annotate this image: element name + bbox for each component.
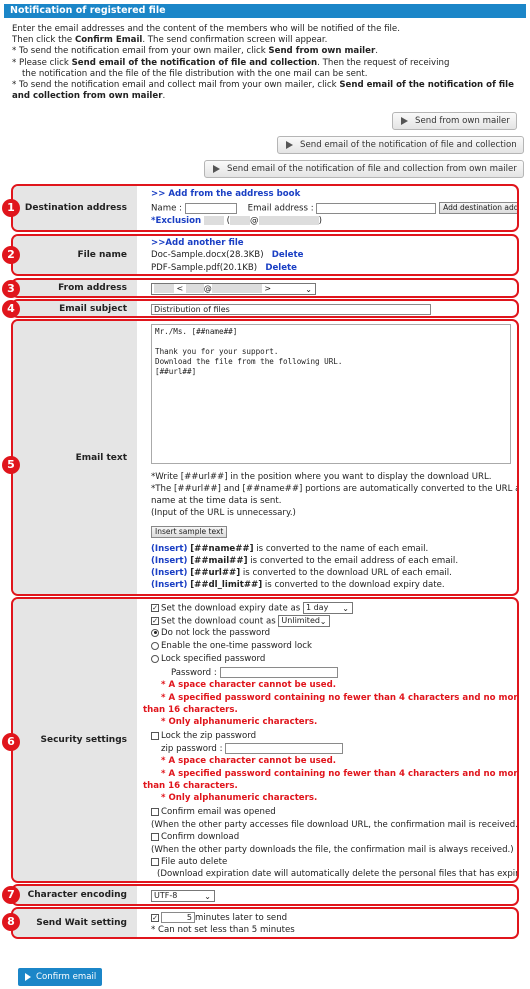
send-from-own-mailer-button[interactable]: Send from own mailer	[392, 112, 517, 130]
exclusion-label: *Exclusion	[151, 216, 202, 226]
play-icon	[25, 973, 31, 981]
play-icon	[213, 165, 220, 173]
auto-delete-checkbox[interactable]	[151, 857, 159, 866]
zip-lock-checkbox[interactable]	[151, 731, 159, 740]
intro-line: and collection from own mailer.	[12, 91, 166, 102]
send-notification-collection-button[interactable]: Send email of the notification of file a…	[277, 136, 524, 154]
email-text-label: Email text	[13, 321, 137, 594]
confirm-open-checkbox[interactable]	[151, 807, 159, 816]
insert-mail-link[interactable]: (Insert)	[151, 556, 187, 566]
confirm-email-button[interactable]: Confirm email	[18, 968, 102, 986]
step-number-7: 7	[2, 886, 20, 904]
add-from-address-book-link[interactable]: >> Add from the address book	[151, 189, 300, 201]
step-number-1: 1	[2, 199, 20, 217]
intro-line: * To send the notification email and col…	[12, 80, 514, 91]
email-input[interactable]	[316, 202, 437, 214]
destination-section: Destination address >> Add from the addr…	[11, 184, 519, 232]
email-label: Email address :	[247, 203, 314, 214]
delete-file-link[interactable]: Delete	[272, 250, 304, 260]
encoding-select[interactable]: UTF-8 ⌄	[151, 890, 215, 902]
wait-checkbox[interactable]: ✓	[151, 913, 159, 922]
security-label: Security settings	[13, 599, 137, 881]
send-notification-collection-own-mailer-button[interactable]: Send email of the notification of file a…	[204, 160, 524, 178]
subject-input[interactable]: Distribution of files	[151, 304, 431, 315]
add-destination-button[interactable]: Add destination address	[439, 202, 517, 214]
confirm-download-checkbox[interactable]	[151, 832, 159, 841]
insert-sample-text-button[interactable]: Insert sample text	[151, 526, 228, 538]
chevron-down-icon: ⌄	[305, 285, 312, 294]
no-lock-radio[interactable]	[151, 628, 159, 637]
page-title: Notification of registered file	[4, 4, 526, 18]
insert-dl-limit-link[interactable]: (Insert)	[151, 580, 187, 590]
instructions: Enter the email addresses and the conten…	[12, 24, 520, 102]
lock-specified-radio[interactable]	[151, 654, 159, 663]
name-label: Name :	[151, 203, 182, 214]
intro-line: Then click the Confirm Email. The send c…	[12, 35, 328, 46]
file-label: File name	[13, 236, 137, 274]
play-icon	[401, 117, 408, 125]
step-number-5: 5	[2, 456, 20, 474]
intro-line: the notification and the file of the fil…	[22, 68, 368, 79]
list-item: PDF-Sample.pdf(20.1KB) Delete	[151, 263, 297, 273]
add-another-file-link[interactable]: >>Add another file	[151, 238, 244, 250]
redacted-name	[203, 216, 224, 225]
wait-label: Send Wait setting	[13, 909, 137, 937]
list-item: Doc-Sample.docx(28.3KB) Delete	[151, 250, 304, 260]
name-input[interactable]	[184, 202, 237, 214]
step-number-3: 3	[2, 280, 20, 298]
from-label: From address	[13, 280, 137, 296]
redacted-text	[258, 216, 319, 225]
count-checkbox[interactable]: ✓	[151, 617, 159, 625]
subject-label: Email subject	[13, 301, 137, 316]
encoding-section: Character encoding UTF-8 ⌄	[11, 884, 519, 906]
intro-line: * To send the notification email from yo…	[12, 46, 378, 57]
delete-file-link[interactable]: Delete	[265, 263, 297, 273]
file-section: File name >>Add another file Doc-Sample.…	[11, 234, 519, 276]
wait-section: Send Wait setting ✓ 5 minutes later to sen…	[11, 907, 519, 939]
from-address-select[interactable]: < @ > ⌄	[151, 283, 316, 295]
expiry-checkbox[interactable]: ✓	[151, 604, 159, 612]
email-text-section: Email text Mr./Ms. [##name##] Thank you …	[11, 319, 519, 596]
one-time-radio[interactable]	[151, 641, 159, 650]
count-select[interactable]: Unlimited ⌄	[278, 615, 331, 627]
step-number-6: 6	[2, 733, 20, 751]
step-number-4: 4	[2, 300, 20, 318]
expiry-select[interactable]: 1 day ⌄	[302, 602, 353, 614]
wait-minutes-input[interactable]: 5	[161, 912, 195, 923]
email-body-textarea[interactable]: Mr./Ms. [##name##] Thank you for your su…	[151, 324, 511, 464]
intro-line: * Please click Send email of the notific…	[12, 57, 450, 68]
redacted-text	[229, 216, 250, 225]
encoding-label: Character encoding	[13, 886, 137, 904]
step-number-2: 2	[2, 246, 20, 264]
destination-label: Destination address	[13, 186, 137, 230]
insert-url-link[interactable]: (Insert)	[151, 568, 187, 578]
step-number-8: 8	[2, 913, 20, 931]
security-section: Security settings ✓ Set the download expi…	[11, 597, 519, 883]
zip-password-input[interactable]	[225, 743, 344, 754]
play-icon	[286, 141, 293, 149]
password-input[interactable]	[219, 667, 338, 678]
intro-line: Enter the email addresses and the conten…	[12, 24, 400, 34]
insert-name-link[interactable]: (Insert)	[151, 544, 187, 554]
subject-section: Email subject Distribution of files	[11, 299, 519, 318]
from-section: From address < @ > ⌄	[11, 278, 519, 298]
